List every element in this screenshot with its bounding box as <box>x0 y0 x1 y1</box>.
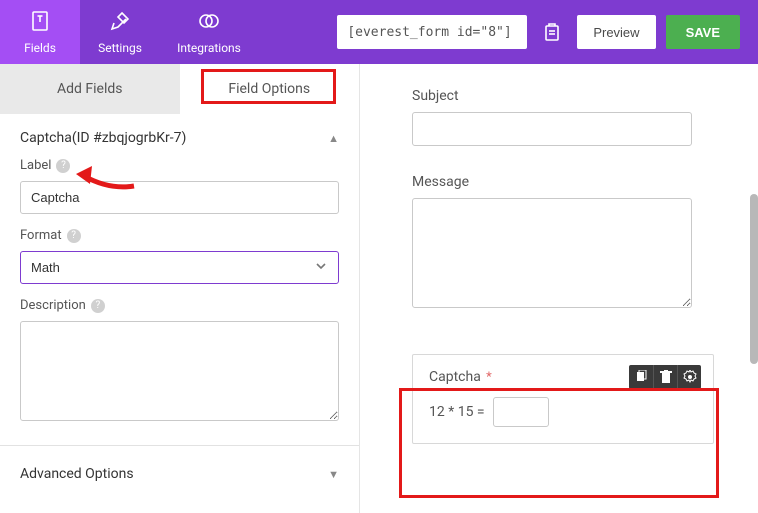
nav-integrations-label: Integrations <box>177 41 241 55</box>
description-field-label: Description <box>20 298 86 313</box>
message-textarea[interactable] <box>412 198 692 308</box>
fields-icon <box>28 9 52 36</box>
nav-integrations[interactable]: Integrations <box>160 0 258 64</box>
help-icon[interactable]: ? <box>67 229 81 243</box>
format-field-label: Format <box>20 228 62 243</box>
nav-fields-label: Fields <box>24 41 56 55</box>
nav-settings-label: Settings <box>98 41 142 55</box>
scrollbar-thumb[interactable] <box>750 194 758 364</box>
delete-icon[interactable] <box>653 365 677 389</box>
format-select[interactable] <box>20 251 339 284</box>
form-canvas: Subject Message Captcha * <box>360 64 758 513</box>
message-label: Message <box>412 174 718 190</box>
captcha-question: 12 * 15 = <box>429 404 485 420</box>
advanced-options-toggle[interactable]: Advanced Options ▼ <box>0 446 359 492</box>
save-button[interactable]: SAVE <box>666 15 740 49</box>
description-textarea[interactable] <box>20 321 339 421</box>
copy-shortcode-button[interactable] <box>537 17 567 47</box>
sidebar: Add Fields Field Options Captcha(ID #zbq… <box>0 64 360 513</box>
panel-title: Captcha(ID #zbqjogrbKr-7) <box>20 130 186 146</box>
help-icon[interactable]: ? <box>56 159 70 173</box>
tools-icon <box>108 9 132 36</box>
subject-field[interactable]: Subject <box>412 88 718 146</box>
settings-icon[interactable] <box>677 365 701 389</box>
nav-fields[interactable]: Fields <box>0 0 80 64</box>
captcha-answer-input[interactable] <box>493 397 549 427</box>
message-field[interactable]: Message <box>412 174 718 312</box>
chevron-down-icon: ▼ <box>328 468 339 481</box>
tab-add-fields[interactable]: Add Fields <box>0 64 180 114</box>
subject-label: Subject <box>412 88 718 104</box>
advanced-options-label: Advanced Options <box>20 466 134 482</box>
duplicate-icon[interactable] <box>629 365 653 389</box>
preview-button[interactable]: Preview <box>577 15 655 49</box>
collapse-icon: ▲ <box>328 132 339 145</box>
subject-input[interactable] <box>412 112 692 146</box>
label-input[interactable] <box>20 181 339 214</box>
required-star: * <box>486 370 492 385</box>
field-actions <box>629 365 701 389</box>
top-nav: Fields Settings Integrations <box>0 0 258 64</box>
label-field-label: Label <box>20 158 51 173</box>
sidebar-tabs: Add Fields Field Options <box>0 64 359 114</box>
integrations-icon <box>196 9 222 36</box>
shortcode-input[interactable] <box>337 15 527 49</box>
panel-header[interactable]: Captcha(ID #zbqjogrbKr-7) ▲ <box>0 114 359 158</box>
captcha-field[interactable]: Captcha * 12 * 15 = <box>412 354 714 444</box>
top-toolbar: Fields Settings Integrations <box>0 0 758 64</box>
captcha-label: Captcha <box>429 369 481 385</box>
nav-settings[interactable]: Settings <box>80 0 160 64</box>
help-icon[interactable]: ? <box>91 299 105 313</box>
tab-field-options[interactable]: Field Options <box>180 64 360 114</box>
